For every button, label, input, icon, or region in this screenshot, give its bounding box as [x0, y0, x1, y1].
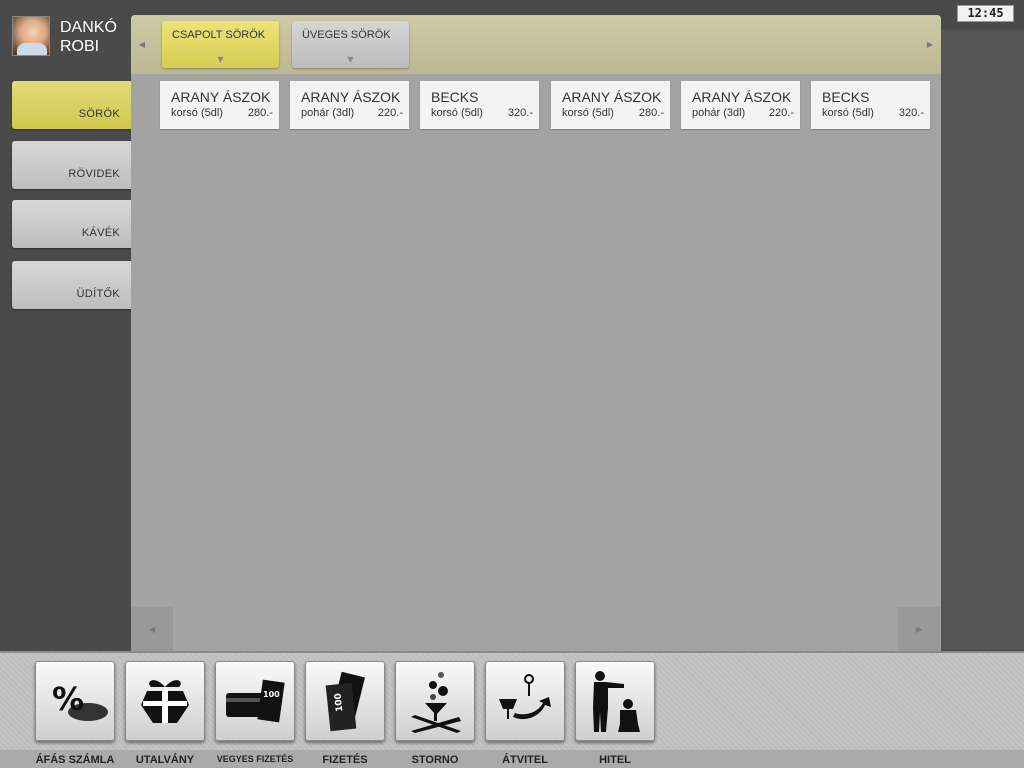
category-label: SÖRÖK: [78, 108, 120, 120]
product-item[interactable]: ARANY ÁSZOK korsó (5dl) 280.-: [160, 81, 279, 129]
chevron-right-icon: ▶: [926, 40, 934, 49]
category-label: KÁVÉK: [81, 227, 120, 239]
mixed-payment-icon: 100: [226, 679, 285, 723]
scroll-left-button[interactable]: ◀: [131, 15, 153, 74]
banknote-value-text: 100: [263, 690, 280, 699]
product-name: BECKS: [822, 89, 870, 105]
product-name: ARANY ÁSZOK: [301, 89, 401, 105]
scroll-down-right-button[interactable]: ▶: [898, 607, 940, 651]
product-size: pohár (3dl): [301, 107, 355, 119]
product-name: ARANY ÁSZOK: [171, 89, 271, 105]
chevron-down-icon: ▼: [347, 55, 354, 64]
scroll-down-left-button[interactable]: ◀: [131, 607, 173, 651]
product-panel: ◀ CSAPOLT SÖRÖK ▼ ÜVEGES SÖRÖK ▼ ▶ ARANY…: [131, 15, 941, 651]
product-item[interactable]: ARANY ÁSZOK korsó (5dl) 280.-: [551, 81, 670, 129]
product-item[interactable]: BECKS korsó (5dl) 320.-: [811, 81, 930, 129]
credit-button[interactable]: [575, 661, 655, 741]
right-strip: [941, 30, 1024, 650]
category-rovidek[interactable]: RÖVIDEK ▶: [12, 141, 150, 189]
user-name: DANKÓ ROBI: [60, 18, 117, 56]
category-label: RÖVIDEK: [68, 168, 120, 180]
gift-icon: [141, 680, 189, 723]
product-name: BECKS: [431, 89, 479, 105]
voucher-button[interactable]: [125, 661, 205, 741]
category-uditok[interactable]: ÜDÍTŐK ▶: [12, 261, 150, 309]
product-price: 320.-: [507, 107, 533, 119]
category-kavek[interactable]: KÁVÉK ▶: [12, 200, 150, 248]
product-price: 280.-: [247, 107, 273, 119]
product-name: ARANY ÁSZOK: [692, 89, 792, 105]
product-size: korsó (5dl): [431, 107, 483, 119]
product-size: korsó (5dl): [562, 107, 614, 119]
clock: 12:45: [957, 5, 1014, 22]
storno-label: STORNO: [411, 754, 459, 766]
tab-csapolt-sorok[interactable]: CSAPOLT SÖRÖK ▼: [162, 21, 279, 68]
tab-label: CSAPOLT SÖRÖK: [172, 29, 266, 41]
mixed-payment-button[interactable]: 100: [215, 661, 295, 741]
storno-icon: [411, 672, 461, 733]
subcategory-header: ◀ CSAPOLT SÖRÖK ▼ ÜVEGES SÖRÖK ▼ ▶: [131, 15, 941, 74]
product-item[interactable]: ARANY ÁSZOK pohár (3dl) 220.-: [290, 81, 409, 129]
chevron-right-icon: ▶: [915, 624, 923, 634]
vat-invoice-label: ÁFÁS SZÁMLA: [35, 754, 115, 766]
banknotes-icon: 100: [325, 671, 365, 732]
svg-text:%: %: [52, 680, 84, 718]
credit-icon: [593, 671, 640, 732]
scroll-right-button[interactable]: ▶: [919, 15, 941, 74]
user-profile: DANKÓ ROBI: [12, 16, 130, 60]
voucher-label: UTALVÁNY: [135, 754, 195, 766]
percent-icon: %: [52, 680, 108, 721]
tab-label: ÜVEGES SÖRÖK: [302, 29, 391, 41]
product-item[interactable]: BECKS korsó (5dl) 320.-: [420, 81, 539, 129]
product-item[interactable]: ARANY ÁSZOK pohár (3dl) 220.-: [681, 81, 800, 129]
product-price: 280.-: [638, 107, 664, 119]
storno-button[interactable]: [395, 661, 475, 741]
credit-label: HITEL: [599, 754, 631, 766]
chevron-left-icon: ◀: [148, 624, 156, 634]
product-size: pohár (3dl): [692, 107, 746, 119]
tab-uveges-sorok[interactable]: ÜVEGES SÖRÖK ▼: [292, 21, 409, 68]
product-size: korsó (5dl): [822, 107, 874, 119]
product-price: 220.-: [768, 107, 794, 119]
category-label: ÜDÍTŐK: [76, 288, 120, 300]
product-price: 220.-: [377, 107, 403, 119]
transfer-label: ÁTVITEL: [502, 754, 548, 766]
category-sorok[interactable]: SÖRÖK ▶: [12, 81, 150, 129]
banknote-value-text: 100: [333, 693, 345, 713]
payment-label: FIZETÉS: [322, 754, 368, 766]
chevron-down-icon: ▼: [217, 55, 224, 64]
vat-invoice-button[interactable]: %: [35, 661, 115, 741]
transfer-button[interactable]: [485, 661, 565, 741]
user-name-line1: DANKÓ: [60, 19, 117, 36]
transfer-icon: [499, 674, 551, 720]
avatar: [12, 16, 50, 56]
product-price: 320.-: [898, 107, 924, 119]
product-size: korsó (5dl): [171, 107, 223, 119]
payment-button[interactable]: 100: [305, 661, 385, 741]
mixed-payment-label: VEGYES FIZETÉS: [216, 754, 294, 764]
chevron-left-icon: ◀: [138, 40, 146, 49]
user-name-line2: ROBI: [60, 38, 100, 55]
product-name: ARANY ÁSZOK: [562, 89, 662, 105]
